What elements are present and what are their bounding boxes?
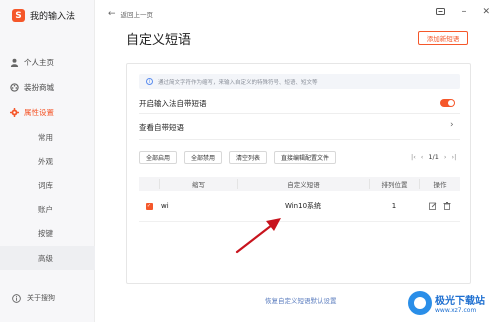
sidebar-item-label: 个人主页 (24, 58, 54, 67)
view-builtin-label[interactable]: 查看自带短语 (139, 122, 184, 133)
header-ops: 操作 (419, 179, 460, 189)
sidebar-subitem-lexicon[interactable]: 词库 (0, 173, 95, 197)
table-header: 缩写 自定义短语 排列位置 操作 (139, 177, 460, 191)
sidebar-subitem-keys[interactable]: 按键 (0, 222, 95, 246)
builtin-toggle-label: 开启输入法自带短语 (139, 99, 207, 108)
sidebar: S 我的输入法 个人主页 装扮商城 属性设置 常用 外观 词库 账户 按键 高级… (0, 0, 95, 322)
app-title: 我的输入法 (30, 12, 76, 22)
phrase-table: 缩写 自定义短语 排列位置 操作 ✓ wi Win10系统 1 (139, 177, 460, 222)
minimize-icon[interactable]: – (461, 7, 466, 17)
divider (139, 113, 460, 114)
trash-icon[interactable] (443, 202, 451, 210)
back-button[interactable]: ← 返回上一页 (108, 9, 153, 19)
row-phrase: Win10系统 (284, 202, 322, 210)
watermark: 极光下载站 www.xz7.com (408, 291, 485, 315)
enable-all-button[interactable]: 全部启用 (139, 151, 178, 164)
info-circle-icon (12, 293, 21, 303)
about-link[interactable]: 关于搜狗 (12, 293, 55, 303)
header-phrase: 自定义短语 (237, 179, 369, 189)
arrow-left-icon: ← (108, 9, 116, 19)
sidebar-nav: 个人主页 装扮商城 属性设置 常用 外观 词库 账户 按键 高级 (0, 50, 95, 271)
sidebar-subitem-account[interactable]: 账户 (0, 198, 95, 222)
disable-all-button[interactable]: 全部禁用 (184, 151, 223, 164)
add-phrase-button[interactable]: 添加新短语 (418, 31, 468, 45)
edit-config-button[interactable]: 直接编辑配置文件 (274, 151, 337, 164)
phrase-panel: i 通过简文字符作为缩写，来输入自定义的特殊符号、短语、短文等 开启输入法自带短… (126, 63, 471, 284)
app-logo: S 我的输入法 (12, 9, 75, 22)
message-icon[interactable] (436, 8, 446, 16)
back-label: 返回上一页 (120, 11, 154, 19)
divider (139, 139, 460, 140)
row-position: 1 (391, 202, 397, 210)
last-page-icon[interactable]: ›| (451, 153, 456, 161)
row-check-cell[interactable]: ✓ (139, 202, 159, 210)
sidebar-subitem-appearance[interactable]: 外观 (0, 149, 95, 173)
pagination: |‹ ‹ 1/1 › ›| (411, 153, 456, 161)
window-controls: – ✕ (436, 7, 490, 17)
header-abbr: 缩写 (159, 179, 237, 189)
info-icon: i (146, 78, 153, 85)
page-indicator: 1/1 (428, 153, 439, 161)
page-title: 自定义短语 (126, 33, 192, 48)
sidebar-subitem-advanced[interactable]: 高级 (0, 245, 95, 271)
table-toolbar: 全部启用 全部禁用 清空列表 直接编辑配置文件 (139, 151, 337, 164)
watermark-url: www.xz7.com (435, 307, 477, 314)
prev-page-icon[interactable]: ‹ (421, 153, 424, 161)
header-position: 排列位置 (369, 179, 419, 189)
clear-list-button[interactable]: 清空列表 (229, 151, 268, 164)
first-page-icon[interactable]: |‹ (411, 153, 416, 161)
user-icon (10, 58, 19, 67)
about-label: 关于搜狗 (27, 294, 55, 302)
sidebar-item-label: 属性设置 (24, 108, 54, 117)
sidebar-subitem-common[interactable]: 常用 (0, 125, 95, 149)
notice-text: 通过简文字符作为缩写，来输入自定义的特殊符号、短语、短文等 (158, 79, 318, 86)
sidebar-item-settings[interactable]: 属性设置 (0, 100, 95, 125)
sogou-logo-icon: S (12, 9, 25, 22)
chevron-right-icon[interactable]: › (450, 120, 454, 130)
restore-default-link[interactable]: 恢复自定义短语默认设置 (265, 295, 337, 305)
watermark-title: 极光下载站 (435, 296, 485, 307)
watermark-logo-icon (408, 291, 432, 315)
row-abbr: wi (161, 202, 169, 210)
sidebar-item-label: 装扮商城 (24, 83, 54, 92)
builtin-phrase-toggle[interactable] (440, 99, 455, 107)
close-icon[interactable]: ✕ (482, 7, 490, 17)
sidebar-item-profile[interactable]: 个人主页 (0, 50, 95, 75)
edit-icon[interactable] (428, 202, 437, 210)
sidebar-item-store[interactable]: 装扮商城 (0, 75, 95, 100)
checkbox-checked-icon[interactable]: ✓ (145, 202, 153, 210)
table-row[interactable]: ✓ wi Win10系统 1 (139, 191, 460, 222)
notice-bar: i 通过简文字符作为缩写，来输入自定义的特殊符号、短语、短文等 (139, 74, 460, 89)
gear-icon (10, 108, 19, 117)
palette-icon (10, 83, 19, 92)
next-page-icon[interactable]: › (444, 153, 447, 161)
row-ops (419, 202, 460, 210)
